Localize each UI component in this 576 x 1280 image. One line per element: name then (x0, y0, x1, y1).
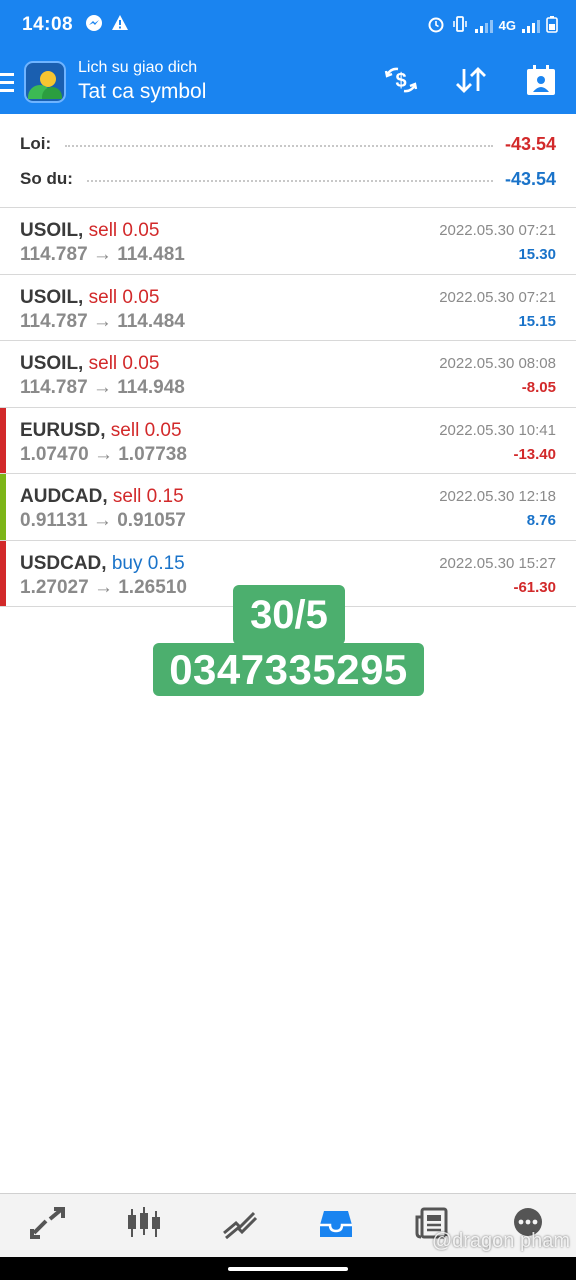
warning-icon (111, 14, 129, 37)
app-bar: Lich su giao dich Tat ca symbol $ (0, 50, 576, 114)
trade-symbol: USOIL, (20, 220, 84, 241)
trade-prices: 1.07470 → 1.07738 (20, 443, 187, 465)
trade-profit: 15.15 (518, 312, 556, 330)
sort-button[interactable] (436, 50, 506, 114)
status-time: 14:08 (22, 14, 74, 35)
trade-marker (0, 540, 6, 606)
dotted-leader (65, 145, 493, 147)
trade-type: sell 0.05 (88, 220, 160, 241)
menu-icon (0, 72, 14, 76)
trade-datetime: 2022.05.30 10:41 (439, 421, 556, 439)
watermark-text: @dragon pham (431, 1230, 570, 1252)
signal-icon-2 (522, 17, 540, 33)
currency-exchange-button[interactable]: $ (366, 50, 436, 114)
date-stamp: 30/5 (233, 585, 345, 645)
nav-trade[interactable] (210, 1198, 270, 1254)
trade-marker (0, 341, 6, 407)
currency-exchange-icon: $ (383, 65, 419, 100)
trade-datetime: 2022.05.30 07:21 (439, 288, 556, 306)
history-icon (318, 1207, 354, 1244)
app-titles[interactable]: Lich su giao dich Tat ca symbol (78, 58, 206, 106)
balance-value: -43.54 (504, 168, 556, 189)
trade-symbol: USOIL, (20, 286, 84, 308)
trade-profit: -8.05 (521, 379, 556, 396)
trade-prices: 114.787 → 114.948 (20, 377, 185, 398)
network-type-icon: 4G (498, 17, 516, 33)
trade-list: USOIL, sell 0.05 114.787 → 114.481 2022.… (0, 208, 576, 607)
trade-prices: 1.27027 → 1.26510 (20, 576, 187, 598)
svg-text:$: $ (395, 70, 406, 92)
home-gesture-handle[interactable] (228, 1267, 348, 1271)
app-logo (24, 61, 66, 103)
calendar-icon (526, 64, 556, 101)
trade-profit: -61.30 (513, 578, 556, 596)
status-bar: 14:08 4G (0, 0, 576, 50)
vibrate-icon (451, 15, 469, 36)
screen: 14:08 4G Lich su giao dich Tat ca symbol… (0, 0, 576, 1280)
calendar-button[interactable] (506, 50, 576, 114)
trade-row[interactable]: EURUSD, sell 0.05 1.07470 → 1.07738 2022… (0, 407, 576, 474)
summary-panel: Loi: -43.54 So du: -43.54 (0, 114, 576, 208)
balance-row: So du: -43.54 (20, 164, 556, 194)
nav-quotes[interactable] (18, 1198, 78, 1254)
alarm-icon (427, 15, 445, 36)
nav-history[interactable] (306, 1198, 366, 1254)
trade-row[interactable]: AUDCAD, sell 0.15 0.91131 → 0.91057 2022… (0, 474, 576, 541)
trade-datetime: 2022.05.30 15:27 (439, 554, 556, 572)
trade-row[interactable]: USOIL, sell 0.05 114.787 → 114.948 2022.… (0, 341, 576, 408)
gesture-bar (0, 1257, 576, 1280)
nav-chart[interactable] (114, 1198, 174, 1254)
signal-icon (474, 17, 493, 33)
app-subtitle: Lich su giao dich (78, 59, 198, 76)
chart-icon (126, 1207, 162, 1244)
trade-profit: -13.40 (513, 445, 556, 463)
sort-icon (454, 65, 488, 100)
trade-symbol: EURUSD, (20, 419, 106, 441)
messenger-icon (85, 14, 103, 37)
trade-marker (0, 407, 6, 473)
dotted-leader (86, 180, 493, 182)
trade-profit: 15.30 (518, 246, 556, 263)
trade-marker (0, 208, 6, 274)
quotes-icon (30, 1207, 66, 1244)
trade-type: buy 0.15 (111, 552, 185, 574)
trade-type: sell 0.15 (112, 486, 184, 507)
trade-symbol: USOIL, (20, 353, 84, 374)
app-title: Tat ca symbol (78, 80, 207, 103)
trade-datetime: 2022.05.30 12:18 (439, 488, 556, 505)
profit-label: Loi: (20, 134, 52, 153)
trade-marker (0, 474, 6, 540)
phone-stamp: 0347335295 (153, 643, 424, 696)
trade-type: sell 0.05 (88, 353, 160, 374)
trade-symbol: USDCAD, (20, 552, 107, 574)
trade-type: sell 0.05 (88, 286, 160, 308)
trade-symbol: AUDCAD, (20, 486, 108, 507)
trade-datetime: 2022.05.30 08:08 (439, 355, 556, 372)
trade-row[interactable]: USOIL, sell 0.05 114.787 → 114.481 2022.… (0, 208, 576, 275)
trade-prices: 114.787 → 114.481 (20, 244, 185, 265)
menu-button[interactable] (0, 50, 22, 114)
profit-value: -43.54 (504, 133, 556, 154)
balance-label: So du: (20, 169, 73, 188)
battery-icon (546, 15, 558, 36)
trade-row[interactable]: USOIL, sell 0.05 114.787 → 114.484 2022.… (0, 275, 576, 341)
trade-marker (0, 275, 6, 341)
trade-icon (222, 1207, 258, 1244)
trade-prices: 114.787 → 114.484 (20, 310, 185, 332)
trade-profit: 8.76 (526, 512, 556, 529)
trade-type: sell 0.05 (110, 419, 182, 441)
profit-row: Loi: -43.54 (20, 129, 556, 159)
trade-prices: 0.91131 → 0.91057 (20, 510, 186, 531)
trade-datetime: 2022.05.30 07:21 (439, 222, 556, 239)
